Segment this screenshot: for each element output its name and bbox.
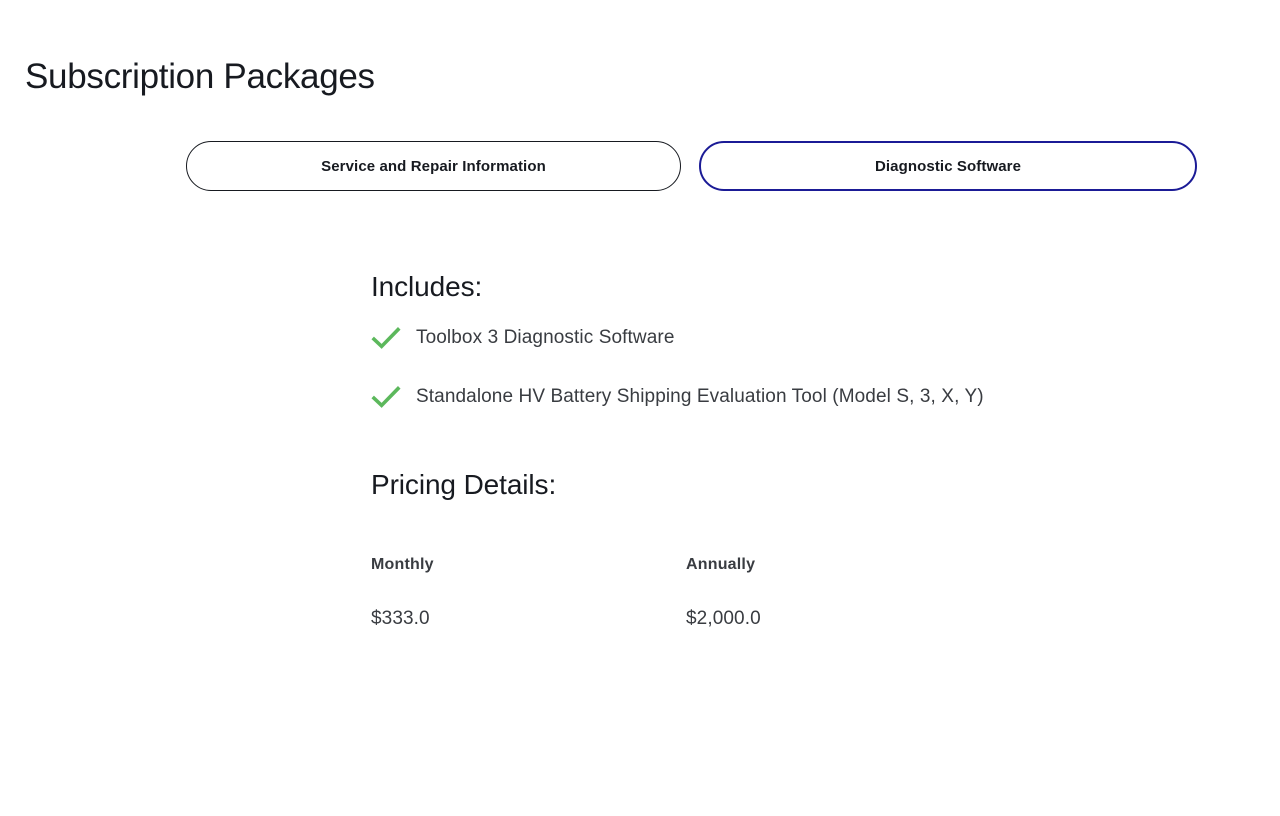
- tab-label: Diagnostic Software: [875, 158, 1021, 175]
- pricing-section: Pricing Details: Monthly Annually $333.0…: [371, 466, 1031, 632]
- pricing-table: Monthly Annually $333.0 $2,000.0: [371, 554, 1031, 632]
- includes-item-label: Standalone HV Battery Shipping Evaluatio…: [416, 383, 984, 411]
- check-icon: [371, 383, 401, 411]
- tab-label: Service and Repair Information: [321, 158, 546, 175]
- check-icon: [371, 324, 401, 352]
- package-details-panel: Includes: Toolbox 3 Diagnostic Software …: [371, 268, 1031, 632]
- includes-heading: Includes:: [371, 268, 1031, 306]
- tab-diagnostic-software[interactable]: Diagnostic Software: [699, 141, 1197, 191]
- includes-list: Toolbox 3 Diagnostic Software Standalone…: [371, 324, 1031, 411]
- list-item: Standalone HV Battery Shipping Evaluatio…: [371, 383, 1031, 411]
- page-title: Subscription Packages: [25, 53, 375, 101]
- subscription-packages-page: Subscription Packages Service and Repair…: [0, 0, 1280, 816]
- pricing-heading: Pricing Details:: [371, 466, 1031, 504]
- tab-service-and-repair-information[interactable]: Service and Repair Information: [186, 141, 681, 191]
- list-item: Toolbox 3 Diagnostic Software: [371, 324, 1031, 352]
- pricing-value-monthly: $333.0: [371, 606, 686, 632]
- pricing-column-header-annually: Annually: [686, 554, 1031, 576]
- pricing-value-annually: $2,000.0: [686, 606, 1031, 632]
- includes-item-label: Toolbox 3 Diagnostic Software: [416, 324, 674, 352]
- package-type-tab-bar: Service and Repair Information Diagnosti…: [186, 141, 1197, 191]
- pricing-column-header-monthly: Monthly: [371, 554, 686, 576]
